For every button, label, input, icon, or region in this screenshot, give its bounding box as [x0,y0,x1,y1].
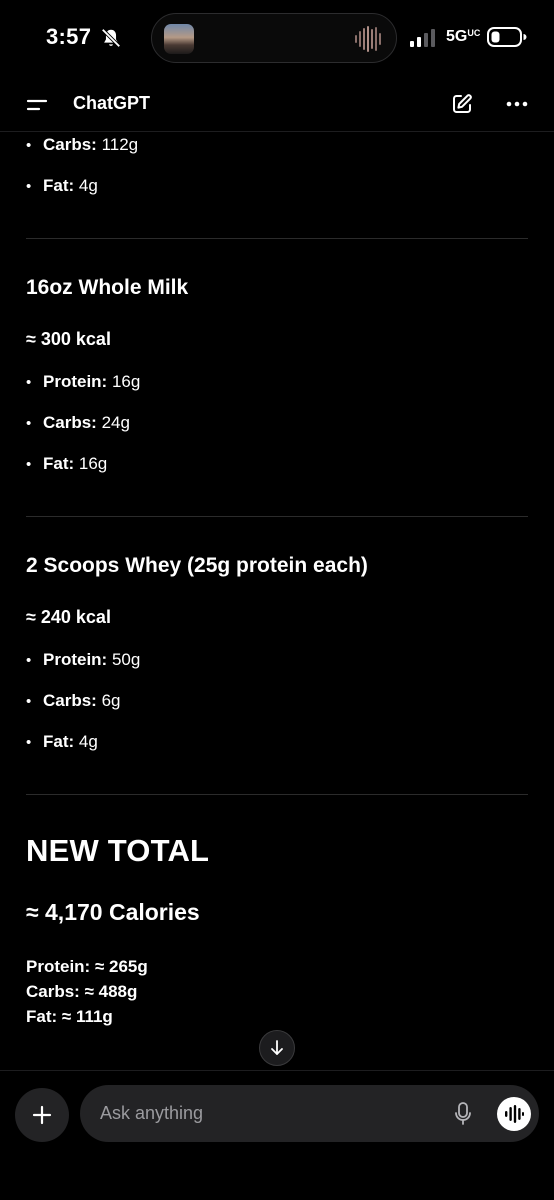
bullet-dot: • [26,693,32,710]
network-subtype: UC [467,28,481,38]
attach-button[interactable] [15,1088,69,1142]
section-divider [26,238,528,239]
section-divider [26,516,528,517]
dynamic-island[interactable] [151,13,397,63]
list-item: • Carbs: 24g [26,411,130,435]
list-item: • Fat: 4g [26,174,98,198]
total-calories: ≈ 4,170 Calories [26,899,200,925]
bullet-dot: • [26,456,32,473]
total-heading: NEW TOTAL [26,833,210,868]
voice-waveform-icon [505,1105,524,1123]
section-heading-whey: 2 Scoops Whey (25g protein each) [26,554,368,577]
bullet-dot: • [26,415,32,432]
chat-screen: 3:57 5GUC ChatGPT • Carbs: 112g • Fat: 4… [0,0,554,1200]
bullet-dot: • [26,178,32,195]
assistant-message: • Carbs: 112g • Fat: 4g 16oz Whole Milk ≈ … [0,133,554,1080]
arrow-down-icon [271,1040,283,1055]
message-input-container [80,1085,539,1142]
list-item: • Fat: 4g [26,730,98,754]
audio-waveform-icon [355,26,381,52]
whey-kcal: ≈ 240 kcal [26,607,111,627]
composer [0,1070,554,1200]
new-chat-icon[interactable] [450,92,474,116]
list-item: • Protein: 50g [26,648,140,672]
list-item: • Fat: 16g [26,452,107,476]
section-divider [26,794,528,795]
sidebar-menu-icon[interactable] [26,96,48,114]
milk-kcal: ≈ 300 kcal [26,329,111,349]
battery-icon [487,27,527,47]
app-title[interactable]: ChatGPT [73,93,150,114]
bullet-dot: • [26,137,32,154]
plus-icon [32,1105,52,1125]
bell-off-icon [101,28,121,48]
network-type: 5GUC [446,28,481,45]
status-bar: 3:57 5GUC [0,0,554,78]
now-playing-artwork [164,24,194,54]
bullet-dot: • [26,374,32,391]
section-heading-milk: 16oz Whole Milk [26,276,189,299]
bullet-dot: • [26,652,32,669]
voice-mode-button[interactable] [497,1097,531,1131]
app-header: ChatGPT [0,78,554,132]
total-fat: Fat: ≈ 111g [26,1007,113,1026]
more-options-icon[interactable] [504,93,530,115]
status-time: 3:57 [46,24,92,49]
cellular-signal-icon [410,29,435,47]
list-item: • Carbs: 112g [26,133,138,157]
list-item: • Protein: 16g [26,370,140,394]
message-input[interactable] [100,1099,430,1127]
total-carbs: Carbs: ≈ 488g [26,982,138,1001]
microphone-icon[interactable] [454,1102,472,1126]
bullet-dot: • [26,734,32,751]
list-item: • Carbs: 6g [26,689,121,713]
total-protein: Protein: ≈ 265g [26,957,148,976]
scroll-to-bottom-button[interactable] [259,1030,295,1066]
